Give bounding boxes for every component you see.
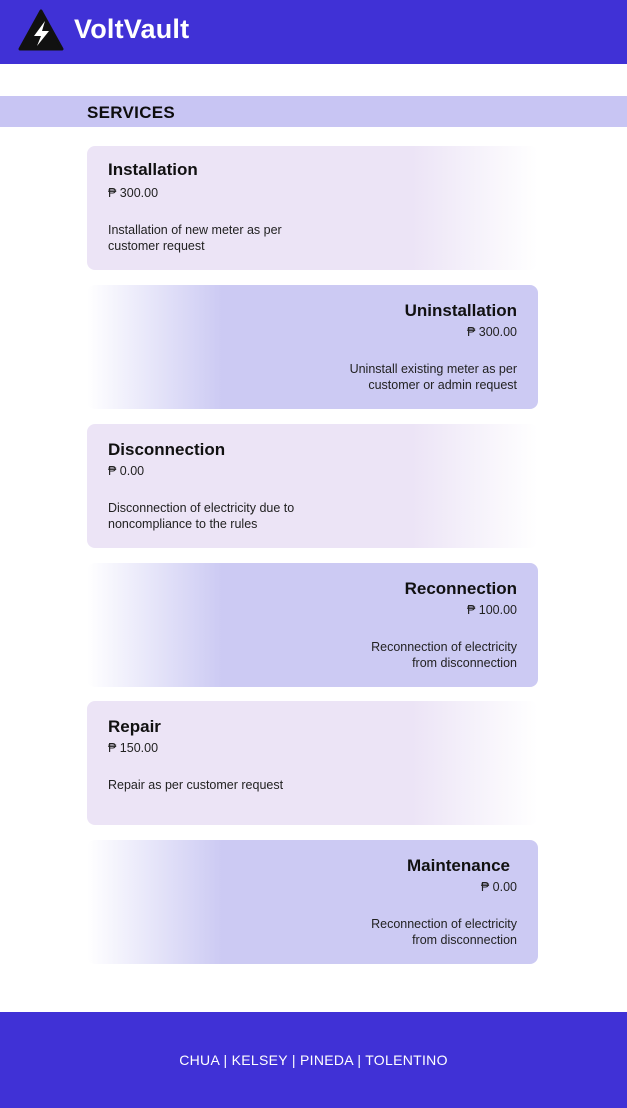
service-title: Reconnection [404,579,517,598]
service-card-disconnection[interactable]: Disconnection ₱ 0.00 Disconnection of el… [87,424,538,548]
service-description: Uninstall existing meter as per customer… [349,362,517,392]
section-title: SERVICES [87,103,176,122]
service-description: Installation of new meter as per custome… [108,223,282,253]
service-card-repair[interactable]: Repair ₱ 150.00 Repair as per customer r… [87,701,538,825]
service-description: Reconnection of electricity from disconn… [371,640,517,670]
service-price: ₱ 150.00 [108,741,159,755]
service-title: Maintenance [407,856,510,875]
service-title: Repair [108,717,161,736]
service-price: ₱ 100.00 [466,603,517,617]
service-card-installation[interactable]: Installation ₱ 300.00 Installation of ne… [87,146,538,270]
service-price: ₱ 0.00 [108,464,145,478]
brand-name[interactable]: VoltVault [74,14,189,45]
header-bar: VoltVault [0,0,627,64]
service-price: ₱ 300.00 [108,186,159,200]
service-title: Disconnection [108,440,226,459]
service-title: Uninstallation [404,301,517,320]
service-card-uninstallation[interactable]: Uninstallation ₱ 300.00 Uninstall existi… [87,285,538,409]
lightning-triangle-icon[interactable] [18,9,64,51]
service-description: Disconnection of electricity due to nonc… [108,501,295,531]
service-card-maintenance[interactable]: Maintenance ₱ 0.00 Reconnection of elect… [87,840,538,964]
service-price: ₱ 300.00 [466,325,517,339]
service-description: Repair as per customer request [108,778,284,792]
footer-credits: CHUA | KELSEY | PINEDA | TOLENTINO [179,1052,448,1068]
service-card-reconnection[interactable]: Reconnection ₱ 100.00 Reconnection of el… [87,563,538,687]
service-description: Reconnection of electricity from disconn… [371,917,517,947]
service-title: Installation [108,160,198,179]
service-price: ₱ 0.00 [480,880,517,894]
